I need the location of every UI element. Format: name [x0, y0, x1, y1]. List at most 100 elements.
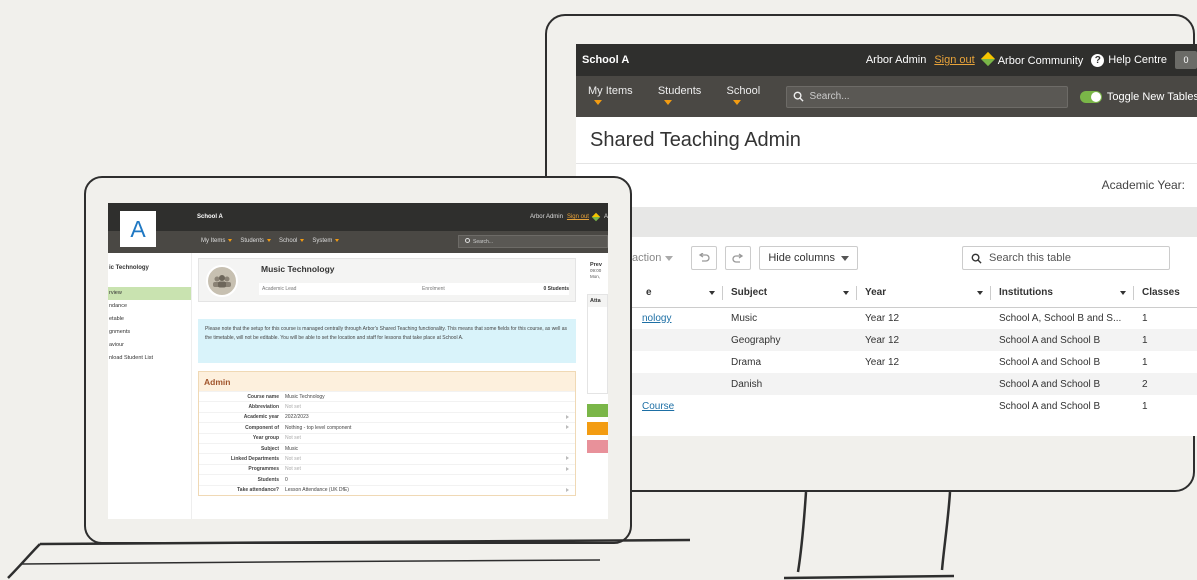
sidebar-item-timetable[interactable]: etable	[108, 313, 191, 326]
nav-label: School	[279, 238, 298, 244]
laptop-screen: A School A Arbor Admin Sign out A My Ite…	[108, 203, 608, 519]
nav-students[interactable]: Students	[240, 238, 272, 244]
sidebar-title: ic Technology	[109, 265, 149, 271]
monitor-screen: School A Arbor Admin Sign out Arbor Comm…	[576, 44, 1197, 436]
year-cell	[857, 395, 991, 417]
field-value: Nothing - top level component	[285, 424, 352, 431]
institutions-cell: School A, School B and S...	[999, 312, 1122, 324]
sort-caret-icon[interactable]	[843, 291, 849, 295]
academic-lead-label: Academic Lead	[262, 286, 297, 292]
green-status-block[interactable]	[587, 404, 608, 417]
global-search-input[interactable]: Search...	[785, 85, 1068, 108]
table-search-placeholder: Search this table	[989, 252, 1071, 264]
year-cell: Year 12	[865, 356, 900, 368]
enrolment-value: 0 Students	[543, 286, 569, 292]
year-cell: Year 12	[865, 312, 900, 324]
nav-my-items[interactable]: My Items	[588, 85, 646, 109]
shared-teaching-notice: Please note that the setup for this cour…	[198, 319, 576, 363]
sidebar: ic Technology rview ndance etable gnment…	[108, 253, 192, 519]
toggle-switch[interactable]	[1079, 90, 1102, 103]
admin-section: Admin Course name Music Technology Abbrevi…	[198, 371, 576, 496]
sidebar-item-overview[interactable]: rview	[108, 287, 191, 300]
nav-students[interactable]: Students	[658, 85, 715, 109]
table-row[interactable]: Drama Year 12 School A and School B 1	[576, 351, 1197, 373]
action-label: action	[632, 252, 662, 264]
chevron-right-icon[interactable]	[566, 456, 569, 461]
redo-icon	[732, 253, 744, 263]
chevron-right-icon[interactable]	[566, 487, 569, 492]
action-dropdown[interactable]: action	[632, 252, 674, 264]
sort-caret-icon[interactable]	[977, 291, 983, 295]
notification-badge[interactable]: 0	[1175, 51, 1197, 69]
nav-system[interactable]: System	[312, 238, 340, 244]
redo-button[interactable]	[725, 246, 752, 270]
sidebar-item-behaviour[interactable]: aviour	[108, 339, 191, 352]
global-search-input[interactable]: Search...	[458, 235, 608, 248]
sort-caret-icon[interactable]	[709, 291, 715, 295]
chevron-down-icon	[594, 100, 602, 106]
page-title: Shared Teaching Admin	[590, 129, 801, 151]
column-header-year[interactable]: Year	[857, 279, 991, 308]
admin-field-row[interactable]: Programmes Not set	[199, 463, 575, 474]
chevron-down-icon	[663, 100, 672, 106]
chevron-down-icon	[665, 256, 674, 261]
school-name[interactable]: School A	[582, 54, 629, 66]
community-link[interactable]: Arbor Community	[980, 51, 1083, 67]
arbor-diamond-icon	[591, 212, 601, 222]
sign-out-link[interactable]: Sign out	[934, 54, 974, 66]
sort-caret-icon[interactable]	[1120, 291, 1126, 295]
institutions-cell: School A and School B	[991, 373, 1134, 395]
field-label: Course name	[247, 393, 279, 400]
course-link[interactable]: Course	[642, 401, 674, 412]
admin-field-row[interactable]: Linked Departments Not set	[199, 453, 575, 463]
table-row[interactable]: nology Music Year 12 School A, School B …	[576, 307, 1197, 329]
column-label: Institutions	[999, 287, 1053, 299]
red-status-block[interactable]	[587, 440, 608, 453]
field-label: Take attendance?	[237, 487, 279, 494]
admin-field-row[interactable]: Take attendance? Lesson Attendance (UK Df…	[199, 484, 575, 495]
arbor-logo[interactable]: A	[120, 211, 156, 247]
sidebar-item-attendance[interactable]: ndance	[108, 300, 191, 313]
column-header-subject[interactable]: Subject	[723, 279, 857, 308]
user-name[interactable]: Arbor Admin	[530, 214, 563, 220]
classes-cell: 1	[1142, 400, 1148, 412]
year-cell: Year 12	[857, 329, 991, 351]
chevron-right-icon[interactable]	[566, 425, 569, 430]
user-name[interactable]: Arbor Admin	[866, 54, 927, 66]
main-content: Music Technology Academic Lead Enrolment…	[198, 258, 576, 496]
table-row[interactable]: Danish School A and School B 2	[576, 373, 1197, 395]
course-link[interactable]: nology	[642, 313, 671, 324]
field-value: Music Technology	[285, 393, 325, 400]
nav-my-items[interactable]: My Items	[201, 238, 233, 244]
column-header-institutions[interactable]: Institutions	[991, 279, 1134, 308]
community-link[interactable]: A	[604, 214, 608, 220]
help-centre-link[interactable]: ? Help Centre	[1091, 53, 1167, 67]
nav-school[interactable]: School	[727, 85, 774, 109]
subject-cell	[723, 395, 857, 417]
admin-field-row[interactable]: Academic year 2022/2023	[199, 411, 575, 422]
column-header-classes[interactable]: Classes	[1134, 279, 1197, 308]
attendance-title: Atta	[588, 295, 607, 307]
table-row[interactable]: Geography Year 12 School A and School B …	[576, 329, 1197, 351]
nav-label: School	[726, 84, 761, 97]
table-controls: action Hide columns Search this table	[576, 237, 1197, 279]
orange-status-block[interactable]	[587, 422, 608, 435]
hide-columns-button[interactable]: Hide columns	[759, 246, 858, 270]
nav-school[interactable]: School	[279, 238, 305, 244]
school-name[interactable]: School A	[197, 214, 223, 220]
table-search-input[interactable]: Search this table	[962, 246, 1170, 270]
chevron-right-icon[interactable]	[566, 414, 569, 419]
nav-label: System	[312, 238, 333, 244]
subject-cell: Geography	[723, 329, 857, 351]
chevron-right-icon[interactable]	[566, 466, 569, 471]
sidebar-item-assignments[interactable]: gnments	[108, 326, 191, 339]
toggle-new-tables[interactable]: Toggle New Tables	[1079, 90, 1197, 103]
chevron-down-icon	[841, 255, 849, 261]
admin-field-row[interactable]: Component of Nothing - top level componen…	[199, 422, 575, 432]
table-row[interactable]: Course School A and School B 1	[576, 395, 1197, 417]
undo-button[interactable]	[691, 246, 718, 270]
sidebar-item-download-student-list[interactable]: nload Student List	[108, 352, 191, 365]
laptop-header: A School A Arbor Admin Sign out A My Ite…	[108, 203, 608, 253]
section-bar	[576, 207, 1197, 237]
sign-out-link[interactable]: Sign out	[567, 214, 589, 220]
